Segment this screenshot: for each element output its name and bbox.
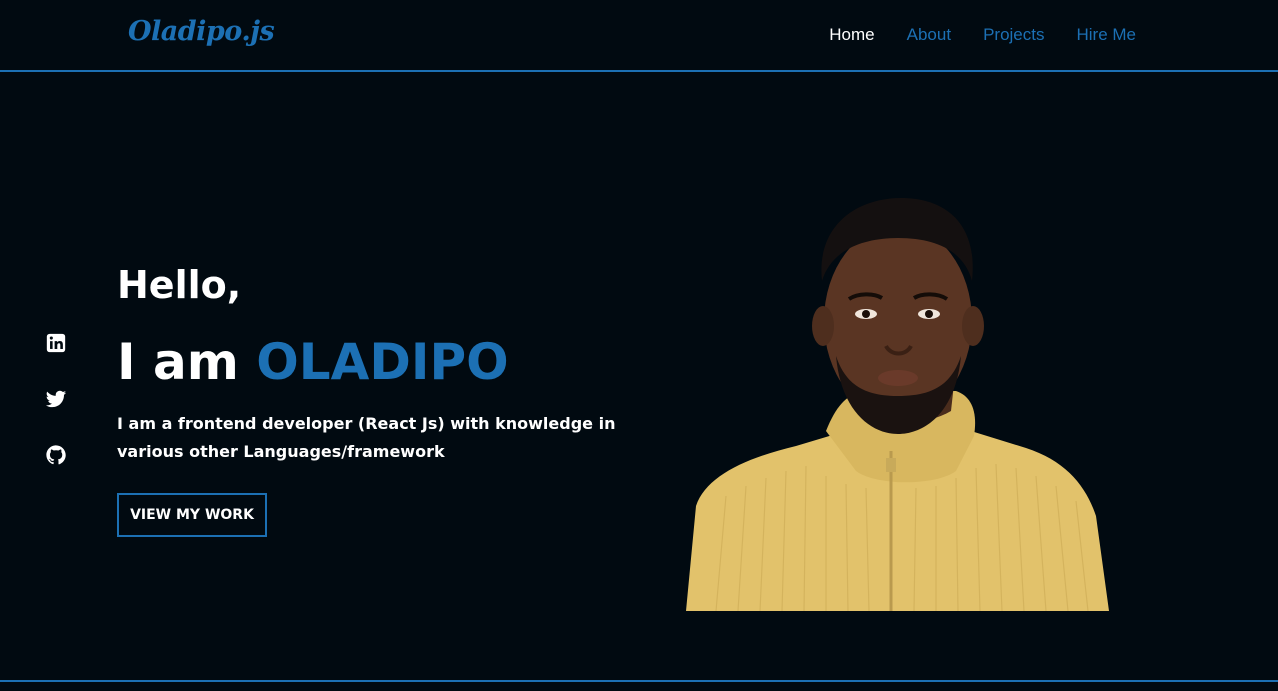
- linkedin-icon[interactable]: [45, 332, 69, 354]
- view-my-work-button[interactable]: VIEW MY WORK: [117, 493, 267, 537]
- hero-heading: I am OLADIPO: [117, 332, 657, 392]
- site-logo[interactable]: Oladipo.js: [128, 16, 275, 47]
- nav-about-link[interactable]: About: [907, 25, 951, 45]
- hero-greeting: Hello,: [117, 263, 242, 307]
- nav-projects-link[interactable]: Projects: [983, 25, 1044, 45]
- profile-photo: [686, 196, 1110, 612]
- nav-hire-me-link[interactable]: Hire Me: [1076, 25, 1136, 45]
- navbar: Oladipo.js Home About Projects Hire Me: [0, 0, 1278, 72]
- hero-intro-prefix: I am: [117, 333, 239, 391]
- nav-home-link[interactable]: Home: [829, 25, 874, 45]
- hero-section: Hello, I am OLADIPO I am a frontend deve…: [117, 262, 657, 466]
- twitter-icon[interactable]: [45, 388, 69, 410]
- github-icon[interactable]: [45, 444, 69, 466]
- hero-name: OLADIPO: [256, 333, 509, 391]
- nav-menu: Home About Projects Hire Me: [829, 25, 1136, 45]
- social-links: [45, 332, 69, 466]
- section-divider: [0, 680, 1278, 682]
- hero-description: I am a frontend developer (React Js) wit…: [117, 414, 616, 461]
